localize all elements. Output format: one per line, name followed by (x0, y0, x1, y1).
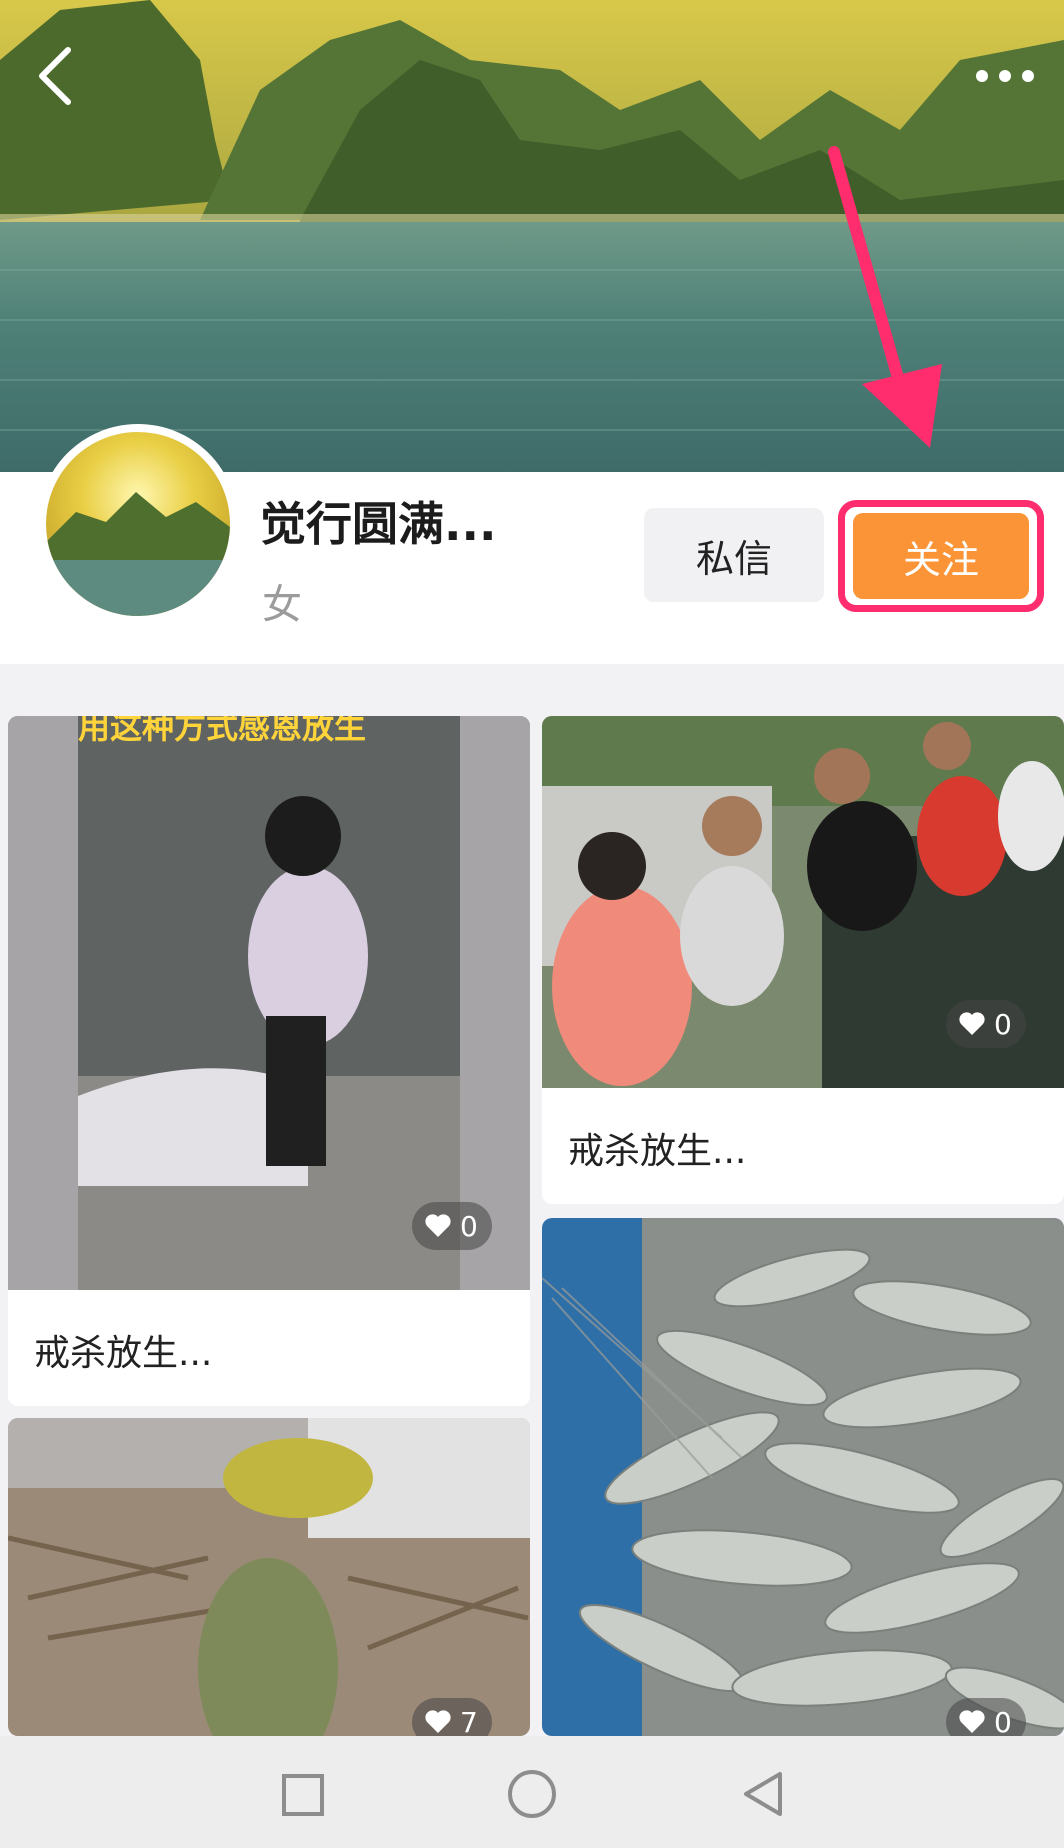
more-dots-icon (976, 70, 1034, 82)
chevron-left-icon (39, 47, 71, 105)
card-title: 戒杀放生... (568, 1131, 747, 1172)
avatar[interactable] (38, 424, 238, 624)
like-badge: 0 (946, 1698, 1026, 1736)
follow-button[interactable]: 关注 (853, 513, 1029, 599)
system-nav-bar (0, 1736, 1064, 1848)
card-title: 戒杀放生... (34, 1333, 213, 1374)
username: 觉行圆满... (260, 497, 497, 551)
like-badge: 7 (412, 1698, 492, 1736)
profile-banner (0, 0, 1064, 472)
message-button[interactable]: 私信 (644, 508, 824, 602)
system-back-button[interactable] (730, 1762, 794, 1826)
video-thumbnail: 0 (542, 1218, 1064, 1736)
video-thumbnail: 7 (8, 1418, 530, 1736)
square-icon (282, 1774, 324, 1816)
like-count: 0 (460, 1209, 478, 1243)
feed-card[interactable]: 用这种方式感恩放生 0 戒杀放生... (8, 716, 530, 1406)
feed-card[interactable]: 7 (8, 1418, 530, 1736)
feed-card[interactable]: 0 戒杀放生... (542, 716, 1064, 1204)
video-thumbnail: 0 (542, 716, 1064, 1088)
like-count: 0 (994, 1705, 1012, 1737)
gender-label: 女 (262, 582, 302, 628)
like-badge: 0 (946, 1000, 1026, 1048)
back-button[interactable] (28, 36, 88, 116)
like-count: 7 (460, 1705, 478, 1737)
home-button[interactable] (500, 1762, 564, 1826)
feed-card[interactable]: 0 (542, 1218, 1064, 1736)
heart-icon (425, 1710, 451, 1733)
circle-icon (508, 1770, 556, 1818)
like-count: 0 (994, 1007, 1012, 1041)
heart-icon (959, 1012, 985, 1035)
heart-icon (425, 1214, 451, 1237)
like-badge: 0 (412, 1202, 492, 1250)
thumbnail-caption: 用这种方式感恩放生 (78, 716, 366, 746)
follow-highlight: 关注 (838, 500, 1044, 612)
triangle-back-icon (744, 1772, 782, 1816)
video-thumbnail: 用这种方式感恩放生 0 (8, 716, 530, 1290)
recent-apps-button[interactable] (270, 1762, 334, 1826)
section-divider (0, 664, 1064, 704)
heart-icon (959, 1710, 985, 1733)
